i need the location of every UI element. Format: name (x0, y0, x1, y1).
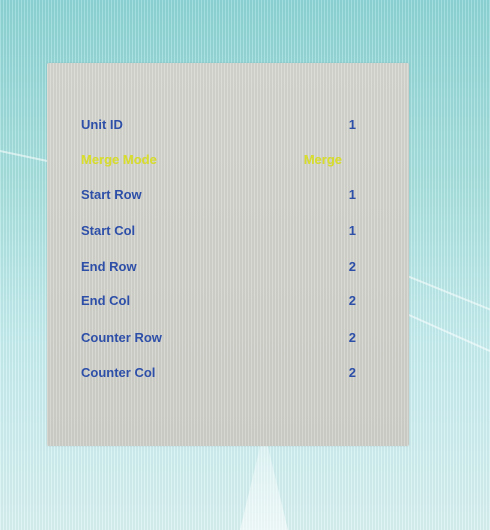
menu-item-end-col[interactable]: End Col 2 (47, 294, 409, 322)
menu-item-label: Merge Mode (81, 152, 157, 167)
merge-settings-panel: Unit ID 1 Merge Mode Merge Start Row 1 S… (47, 63, 409, 446)
menu-item-start-row[interactable]: Start Row 1 (47, 188, 409, 216)
menu-item-value: 2 (348, 330, 356, 345)
menu-item-unit-id[interactable]: Unit ID 1 (47, 118, 409, 146)
menu-item-label: End Row (81, 259, 137, 274)
menu-item-value: Merge (303, 152, 342, 167)
menu-item-counter-col[interactable]: Counter Col 2 (47, 366, 409, 394)
background-line (399, 310, 490, 361)
menu-item-value: 2 (348, 293, 356, 308)
menu-item-label: Counter Row (81, 330, 162, 345)
menu-item-value: 1 (348, 117, 356, 132)
menu-item-label: End Col (81, 293, 131, 308)
menu-item-value: 2 (348, 365, 356, 380)
menu-item-label: Start Row (81, 187, 142, 202)
menu-item-value: 2 (348, 259, 356, 274)
menu-item-label: Unit ID (81, 117, 123, 132)
menu-item-value: 1 (348, 187, 356, 202)
menu-item-label: Start Col (81, 223, 136, 238)
menu-item-label: Counter Col (81, 365, 156, 380)
menu-list: Unit ID 1 Merge Mode Merge Start Row 1 S… (47, 63, 409, 446)
menu-item-counter-row[interactable]: Counter Row 2 (47, 331, 409, 359)
menu-item-start-col[interactable]: Start Col 1 (47, 224, 409, 252)
menu-item-end-row[interactable]: End Row 2 (47, 260, 409, 288)
menu-item-merge-mode[interactable]: Merge Mode Merge (47, 153, 409, 181)
menu-item-value: 1 (348, 223, 356, 238)
